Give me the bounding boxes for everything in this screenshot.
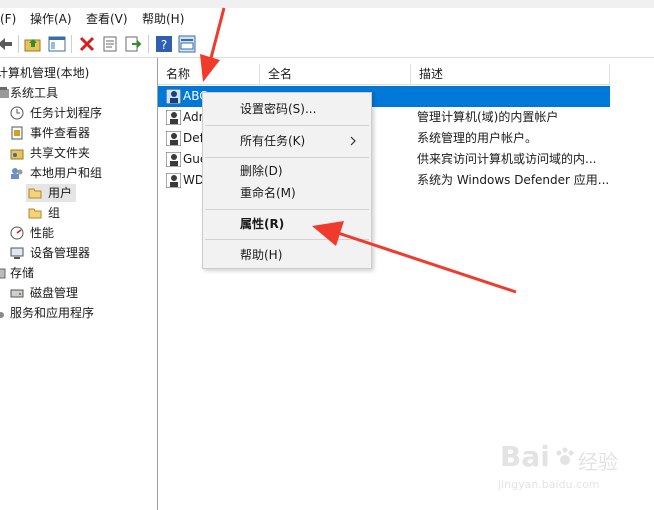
watermark-brand-suffix: 经验 [578,450,618,474]
annotation-arrows [200,7,517,294]
watermark-brand: Bai [500,440,550,473]
annotation-arrow-down [200,7,226,82]
baidu-watermark: Bai 经验 jingyan.baidu.com [496,440,654,510]
annotation-arrow-left [312,221,517,294]
paw-icon [554,446,576,468]
watermark-url: jingyan.baidu.com [498,478,600,491]
